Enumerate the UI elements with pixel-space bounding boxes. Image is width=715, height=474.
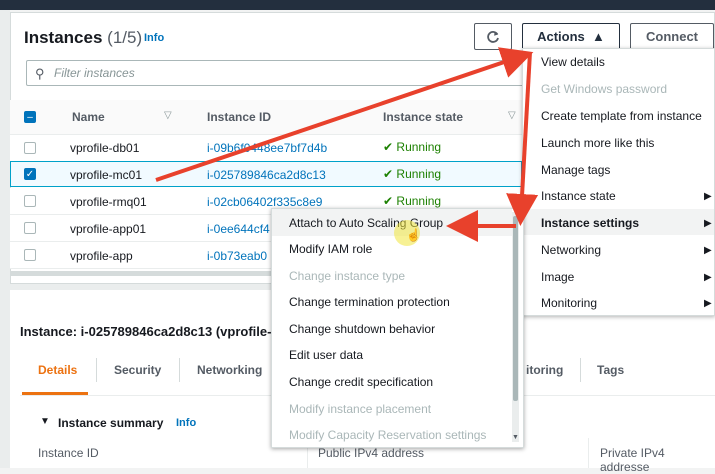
tab-divider — [96, 358, 97, 382]
column-instance-id[interactable]: Instance ID — [207, 110, 271, 124]
menu-item-get-windows-password[interactable]: Get Windows password — [541, 82, 667, 96]
submenu-item-edit-user-data[interactable]: Edit user data — [289, 348, 363, 362]
refresh-icon — [487, 30, 499, 43]
status-badge: ✔ Running — [383, 167, 442, 181]
console-top-bar — [0, 0, 715, 10]
search-icon: ⚲ — [35, 66, 45, 81]
tab-networking[interactable]: Networking — [197, 363, 262, 377]
connect-button[interactable]: Connect — [630, 23, 714, 50]
instance-id-link[interactable]: i-09b6f0448ee7bf7d4b — [207, 141, 327, 155]
row-checkbox[interactable]: ✓ — [24, 168, 36, 180]
chevron-right-icon: ▶ — [704, 218, 712, 229]
refresh-button[interactable] — [474, 23, 512, 50]
status-badge: ✔ Running — [383, 140, 442, 154]
tab-details[interactable]: Details — [38, 363, 77, 377]
instance-name: vprofile-mc01 — [70, 168, 143, 182]
row-checkbox[interactable] — [24, 142, 36, 154]
field-label: Private IPv4 addresse — [600, 446, 665, 474]
actions-button[interactable]: Actions ▲ — [522, 23, 620, 50]
page-title: Instances (1/5) — [24, 28, 143, 47]
chevron-right-icon: ▶ — [704, 245, 712, 256]
info-link[interactable]: Info — [176, 417, 196, 429]
submenu-item-instance-placement[interactable]: Modify instance placement — [289, 402, 431, 416]
info-link[interactable]: Info — [144, 32, 164, 44]
check-circle-icon: ✔ — [383, 167, 394, 181]
menu-item-monitoring[interactable]: Monitoring — [541, 296, 597, 310]
select-all-checkbox[interactable]: – — [24, 111, 36, 123]
side-gutter — [0, 10, 10, 468]
menu-item-manage-tags[interactable]: Manage tags — [541, 163, 610, 177]
submenu-item-termination-protection[interactable]: Change termination protection — [289, 295, 450, 309]
menu-item-view-details[interactable]: View details — [541, 55, 605, 69]
submenu-scroll-thumb[interactable] — [513, 216, 518, 401]
tab-monitoring[interactable]: itoring — [526, 363, 563, 377]
tab-divider — [580, 358, 581, 382]
instance-name: vprofile-rmq01 — [70, 195, 147, 209]
instance-count: (1/5) — [107, 28, 143, 47]
submenu-item-shutdown-behavior[interactable]: Change shutdown behavior — [289, 322, 435, 336]
menu-item-launch-more[interactable]: Launch more like this — [541, 136, 654, 150]
row-checkbox[interactable] — [24, 249, 36, 261]
status-badge: ✔ Running — [383, 194, 442, 208]
chevron-right-icon: ▶ — [704, 298, 712, 309]
menu-item-instance-state[interactable]: Instance state — [541, 189, 616, 203]
sort-icon[interactable]: ▽ — [164, 110, 172, 121]
instance-name: vprofile-db01 — [70, 141, 140, 155]
menu-item-image[interactable]: Image — [541, 270, 574, 284]
scroll-down-icon[interactable]: ▼ — [512, 434, 519, 441]
submenu-item-capacity-reservation[interactable]: Modify Capacity Reservation settings — [289, 428, 486, 442]
check-circle-icon: ✔ — [383, 194, 394, 208]
submenu-item-modify-iam-role[interactable]: Modify IAM role — [289, 242, 372, 256]
caret-down-icon[interactable]: ▼ — [40, 416, 50, 427]
menu-item-instance-settings[interactable]: Instance settings — [541, 216, 639, 230]
column-divider — [588, 438, 589, 468]
column-name[interactable]: Name — [72, 110, 105, 124]
caret-up-icon: ▲ — [592, 29, 605, 44]
submenu-item-change-instance-type[interactable]: Change instance type — [289, 269, 405, 283]
horizontal-scrollbar[interactable] — [10, 271, 272, 276]
search-input[interactable]: ⚲ Filter instances — [26, 60, 526, 86]
instance-id-link[interactable]: i-0b73eab0 — [207, 249, 267, 263]
menu-item-create-template[interactable]: Create template from instance — [541, 109, 702, 123]
hand-cursor-icon: ☝ — [406, 228, 421, 242]
instance-id-link[interactable]: i-025789846ca2d8c13 — [207, 168, 326, 182]
check-circle-icon: ✔ — [383, 140, 394, 154]
instance-id-link[interactable]: i-02cb06402f335c8e9 — [207, 195, 322, 209]
instance-name: vprofile-app01 — [70, 222, 147, 236]
sort-icon[interactable]: ▽ — [508, 110, 516, 121]
field-label: Instance ID — [38, 446, 99, 460]
field-label: Public IPv4 address — [318, 446, 425, 460]
search-placeholder: Filter instances — [54, 66, 135, 80]
row-checkbox[interactable] — [24, 195, 36, 207]
chevron-right-icon: ▶ — [704, 272, 712, 283]
instance-name: vprofile-app — [70, 249, 133, 263]
menu-item-networking[interactable]: Networking — [541, 243, 601, 257]
instance-id-link[interactable]: i-0ee644cf4 — [207, 222, 270, 236]
tab-tags[interactable]: Tags — [597, 363, 624, 377]
row-checkbox[interactable] — [24, 222, 36, 234]
submenu-item-credit-specification[interactable]: Change credit specification — [289, 375, 433, 389]
chevron-right-icon: ▶ — [704, 191, 712, 202]
instance-summary-heading[interactable]: Instance summary — [58, 416, 163, 430]
tab-security[interactable]: Security — [114, 363, 161, 377]
column-instance-state[interactable]: Instance state — [383, 110, 463, 124]
instance-detail-title: Instance: i-025789846ca2d8c13 (vprofile- — [20, 324, 272, 339]
tab-divider — [179, 358, 180, 382]
